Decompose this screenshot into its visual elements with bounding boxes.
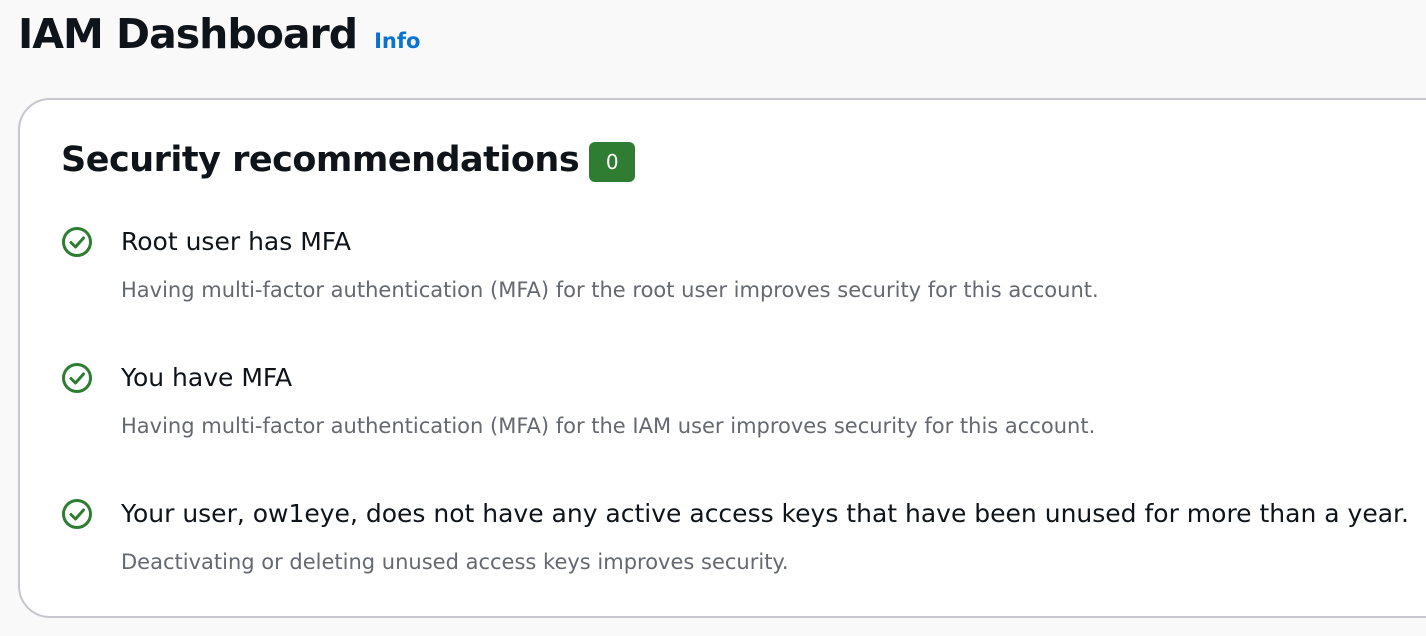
recommendation-title: You have MFA (121, 363, 293, 392)
recommendation-count-badge: 0 (589, 142, 636, 182)
recommendation-description: Having multi-factor authentication (MFA)… (121, 278, 1099, 302)
security-recommendations-card: Security recommendations 0 Root user has… (18, 98, 1426, 618)
card-title: Security recommendations (61, 140, 580, 180)
info-link[interactable]: Info (374, 29, 420, 53)
recommendation-title: Root user has MFA (121, 227, 351, 256)
recommendation-title: Your user, ow1eye, does not have any act… (121, 499, 1409, 528)
check-circle-icon (62, 363, 92, 393)
recommendation-description: Deactivating or deleting unused access k… (121, 550, 789, 574)
recommendation-description: Having multi-factor authentication (MFA)… (121, 414, 1096, 438)
page-header: IAM Dashboard Info (18, 10, 420, 58)
check-circle-icon (62, 499, 92, 529)
check-circle-icon (62, 227, 92, 257)
card-header: Security recommendations 0 (61, 138, 636, 182)
page-title: IAM Dashboard (18, 10, 358, 58)
